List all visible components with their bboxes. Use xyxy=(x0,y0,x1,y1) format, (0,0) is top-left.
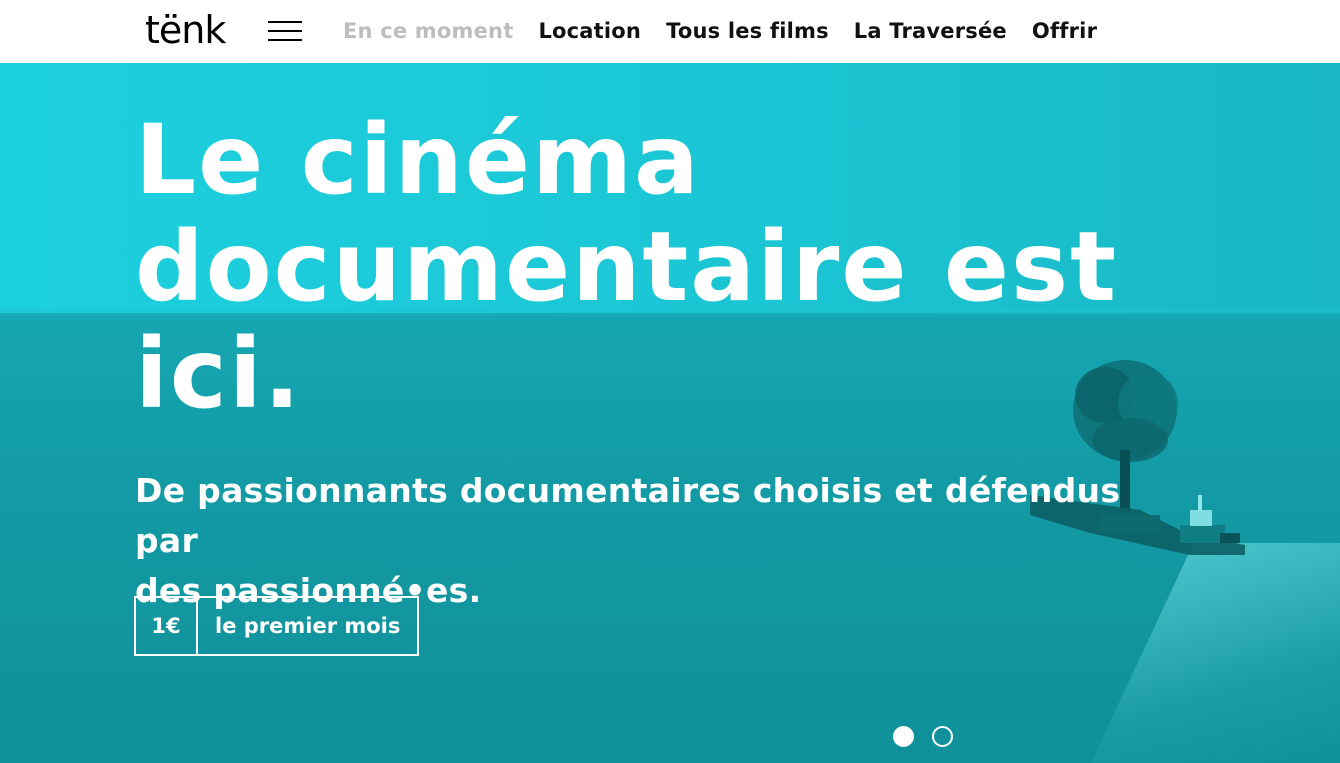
hero-title-line: Le cinéma xyxy=(135,104,701,216)
offer-price: 1€ xyxy=(136,598,198,654)
nav-item-offrir[interactable]: Offrir xyxy=(1032,19,1097,43)
trial-offer-button[interactable]: 1€ le premier mois xyxy=(134,596,420,656)
nav-item-location[interactable]: Location xyxy=(538,19,641,43)
hero-subtitle: De passionnants documentaires choisis et… xyxy=(135,466,1195,616)
offer-label: le premier mois xyxy=(215,614,401,638)
nav-item-en-ce-moment[interactable]: En ce moment xyxy=(343,19,513,43)
nav-item-tous-les-films[interactable]: Tous les films xyxy=(666,19,829,43)
carousel-dot-1[interactable] xyxy=(893,726,914,747)
hamburger-menu-icon[interactable] xyxy=(268,20,302,42)
hamburger-line xyxy=(268,30,302,32)
carousel-pagination xyxy=(893,726,953,747)
hamburger-line xyxy=(268,39,302,41)
hamburger-line xyxy=(268,21,302,23)
nav-item-la-traversee[interactable]: La Traversée xyxy=(854,19,1007,43)
main-nav: En ce moment Location Tous les films La … xyxy=(343,16,1122,46)
carousel-dot-2[interactable] xyxy=(932,726,953,747)
hero-banner: Le cinéma documentaire est ici. De passi… xyxy=(0,63,1340,763)
hero-subtitle-line: De passionnants documentaires choisis et… xyxy=(135,471,1121,560)
hero-title-line: documentaire est xyxy=(135,211,1118,323)
hero-title: Le cinéma documentaire est ici. xyxy=(135,107,1235,428)
hero-title-line: ici. xyxy=(135,318,303,430)
top-navbar: tënk En ce moment Location Tous les film… xyxy=(0,0,1340,63)
tenk-logo[interactable]: tënk xyxy=(145,8,226,52)
